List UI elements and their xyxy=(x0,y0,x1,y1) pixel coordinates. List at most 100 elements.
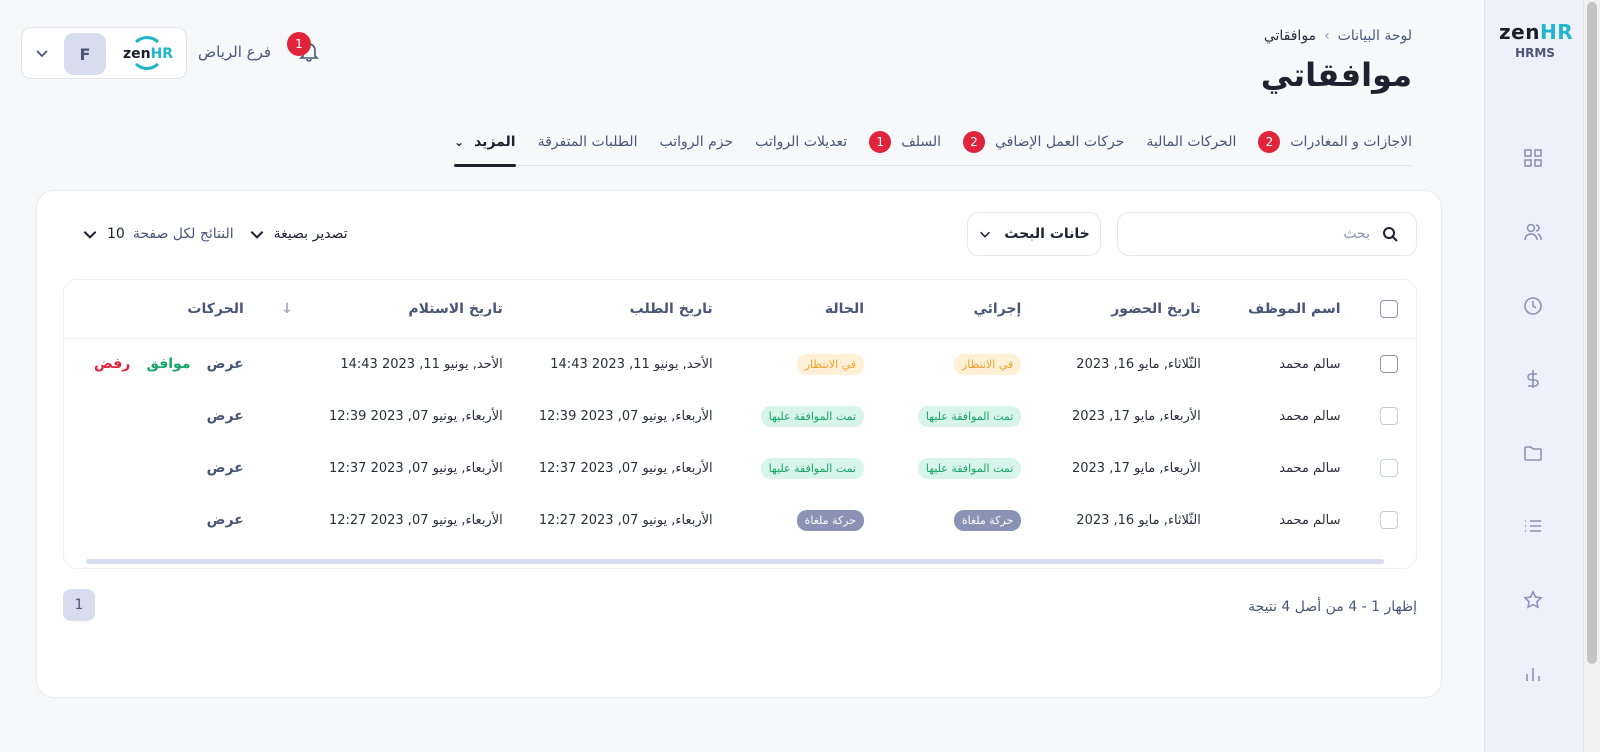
table-row: سالم محمد الثّلاثاء, مايو 16, 2023 حركة … xyxy=(64,494,1416,546)
attendance-date: الثّلاثاء, مايو 16, 2023 xyxy=(1076,512,1201,528)
dashboard-icon[interactable] xyxy=(1521,146,1545,170)
request-date: الأربعاء, يونيو 07, 2023 12:37 xyxy=(538,460,713,476)
chart-icon[interactable] xyxy=(1521,662,1545,686)
tab-badge: 2 xyxy=(962,130,985,153)
employee-name: سالم محمد xyxy=(1279,512,1341,528)
tab-salary-adjustments[interactable]: تعديلات الرواتب xyxy=(755,122,847,162)
row-checkbox[interactable] xyxy=(1380,511,1398,529)
column-header[interactable]: تاريخ الطلب xyxy=(520,280,731,339)
search-placeholder: بحث xyxy=(1343,226,1370,242)
action-status-badge: تمت الموافقة عليها xyxy=(917,405,1022,427)
dollar-icon[interactable] xyxy=(1521,367,1545,391)
view-button[interactable]: عرض xyxy=(207,408,244,424)
per-page-label: النتائج لكل صفحة xyxy=(132,226,234,242)
table-horizontal-scrollbar[interactable] xyxy=(86,559,1384,564)
branch-label: فرع الرياض xyxy=(198,43,272,61)
status-badge: تمت الموافقة عليها xyxy=(760,457,865,479)
per-page-selector[interactable]: النتائج لكل صفحة 10 xyxy=(81,225,234,243)
approvals-table: اسم الموظف تاريخ الحضور إجرائي الحالة تا… xyxy=(63,279,1417,569)
breadcrumb-current: موافقاتي xyxy=(1263,28,1317,44)
column-header[interactable]: إجرائي xyxy=(882,280,1040,339)
results-summary: إظهار 1 - 4 من أصل 4 نتيجة xyxy=(1248,599,1417,615)
table-header-row: اسم الموظف تاريخ الحضور إجرائي الحالة تا… xyxy=(64,280,1416,339)
breadcrumb-home-link[interactable]: لوحة البيانات xyxy=(1338,28,1412,44)
page-scrollbar[interactable] xyxy=(1583,0,1600,752)
receive-date: الأربعاء, يونيو 07, 2023 12:37 xyxy=(328,460,503,476)
tab-loans[interactable]: السلف 1 xyxy=(869,122,941,162)
tab-overtime[interactable]: حركات العمل الإضافي 2 xyxy=(962,122,1124,162)
chevron-down-icon xyxy=(250,231,263,239)
clock-icon[interactable] xyxy=(1521,294,1545,318)
attendance-date: الأربعاء, مايو 17, 2023 xyxy=(1071,408,1201,424)
page-title: موافقاتي xyxy=(1260,56,1412,94)
breadcrumb-separator-icon: › xyxy=(1324,28,1330,44)
receive-date: الأحد, يونيو 11, 2023 14:43 xyxy=(340,356,503,372)
breadcrumb: لوحة البيانات › موافقاتي xyxy=(1264,28,1412,44)
row-checkbox[interactable] xyxy=(1380,459,1398,477)
attendance-date: الأربعاء, مايو 17, 2023 xyxy=(1071,460,1201,476)
request-date: الأربعاء, يونيو 07, 2023 12:39 xyxy=(538,408,713,424)
logo-accent: HR xyxy=(1539,20,1574,44)
employee-name: سالم محمد xyxy=(1279,408,1341,424)
approvals-card: بحث خانات البحث تصدير بصيغة النتائج لكل … xyxy=(36,190,1442,698)
view-button[interactable]: عرض xyxy=(207,460,244,476)
scrollbar-thumb[interactable] xyxy=(1587,2,1597,664)
column-header[interactable]: تاريخ الحضور xyxy=(1039,280,1219,339)
tabs: الاجازات و المغادرات 2 الحركات المالية حر… xyxy=(454,122,1412,167)
request-date: الأحد, يونيو 11, 2023 14:43 xyxy=(550,356,713,372)
tab-misc-requests[interactable]: الطلبات المتفرقة xyxy=(538,122,638,162)
page-button[interactable]: 1 xyxy=(63,589,95,621)
status-badge: حركة ملغاة xyxy=(796,509,865,531)
receive-date: الأربعاء, يونيو 07, 2023 12:27 xyxy=(328,512,503,528)
user-menu[interactable]: F zenHR xyxy=(21,27,187,79)
status-badge: في الانتظار xyxy=(796,353,865,375)
tab-badge: 2 xyxy=(1258,130,1281,153)
chevron-down-icon: ⌄ xyxy=(454,134,465,149)
action-status-badge: في الانتظار xyxy=(953,353,1022,375)
search-fields-dropdown[interactable]: خانات البحث xyxy=(967,212,1101,256)
employee-name: سالم محمد xyxy=(1279,356,1341,372)
row-checkbox[interactable] xyxy=(1380,407,1398,425)
chevron-down-icon xyxy=(83,231,97,239)
attendance-date: الثّلاثاء, مايو 16, 2023 xyxy=(1076,356,1201,372)
tab-financial[interactable]: الحركات المالية xyxy=(1146,122,1236,162)
receive-date: الأربعاء, يونيو 07, 2023 12:39 xyxy=(328,408,503,424)
chevron-down-icon[interactable] xyxy=(34,45,50,61)
folder-icon[interactable] xyxy=(1521,441,1545,465)
table-toolbar: تصدير بصيغة النتائج لكل صفحة 10 xyxy=(81,221,372,247)
column-header: الحركات xyxy=(64,280,262,339)
reject-button[interactable]: رفض xyxy=(94,356,130,372)
table-row: سالم محمد الأربعاء, مايو 17, 2023 تمت ال… xyxy=(64,390,1416,442)
tab-badge: 1 xyxy=(869,130,892,153)
status-badge: تمت الموافقة عليها xyxy=(760,405,865,427)
approve-button[interactable]: موافق xyxy=(146,356,190,372)
search-input[interactable]: بحث xyxy=(1117,212,1417,256)
view-button[interactable]: عرض xyxy=(207,512,244,528)
chevron-down-icon xyxy=(980,231,991,238)
request-date: الأربعاء, يونيو 07, 2023 12:27 xyxy=(538,512,713,528)
company-logo: zenHR xyxy=(118,36,178,70)
search-icon xyxy=(1383,227,1398,242)
list-icon[interactable] xyxy=(1521,514,1545,538)
export-dropdown[interactable]: تصدير بصيغة xyxy=(248,225,348,243)
view-button[interactable]: عرض xyxy=(207,356,244,372)
sort-arrow-icon[interactable]: ↓ xyxy=(261,280,311,339)
logo-text: zen xyxy=(1499,20,1540,44)
brand-logo[interactable]: zenHR HRMS xyxy=(1499,20,1574,60)
star-icon[interactable] xyxy=(1521,588,1545,612)
employee-name: سالم محمد xyxy=(1279,460,1341,476)
table-row: سالم محمد الأربعاء, مايو 17, 2023 تمت ال… xyxy=(64,442,1416,494)
column-header[interactable]: تاريخ الاستلام xyxy=(310,280,521,339)
notification-badge: 1 xyxy=(287,32,311,56)
select-all-checkbox[interactable] xyxy=(1358,280,1416,339)
row-checkbox[interactable] xyxy=(1380,355,1398,374)
column-header[interactable]: الحالة xyxy=(730,280,883,339)
logo-subtitle: HRMS xyxy=(1515,46,1555,60)
tab-more[interactable]: المزيد ⌄ xyxy=(454,122,516,167)
avatar[interactable]: F xyxy=(64,33,106,75)
column-header[interactable]: اسم الموظف xyxy=(1218,280,1359,339)
tab-salary-packages[interactable]: حزم الرواتب xyxy=(659,122,733,162)
tab-leaves[interactable]: الاجازات و المغادرات 2 xyxy=(1258,122,1412,162)
per-page-value: 10 xyxy=(107,226,125,242)
users-icon[interactable] xyxy=(1521,220,1545,244)
